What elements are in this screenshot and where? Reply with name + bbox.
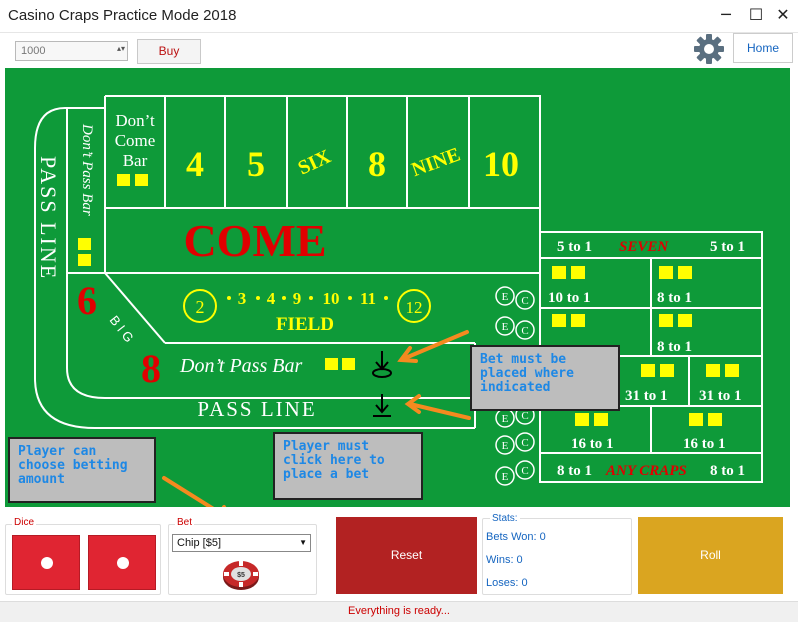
field-number-11: 11 xyxy=(360,289,376,308)
bets-won-stat: Bets Won: 0 xyxy=(486,531,546,543)
amount-input[interactable]: 1000 ▴▾ xyxy=(15,41,128,61)
place-number-5[interactable]: 5 xyxy=(247,144,265,184)
any-craps-odds-left: 8 to 1 xyxy=(557,463,592,479)
die-pip xyxy=(117,557,129,569)
dont-come-bar-line-1: Don’t xyxy=(115,111,155,130)
status-bar: Everything is ready... xyxy=(0,601,798,622)
amount-spinner-icon[interactable]: ▴▾ xyxy=(117,44,125,53)
ce-e-label: E xyxy=(502,321,509,333)
place-number-4[interactable]: 4 xyxy=(186,144,204,184)
place-number-6[interactable]: SIX xyxy=(295,145,335,179)
annotation-arrows xyxy=(397,330,471,420)
title-bar: Casino Craps Practice Mode 2018 ─ ☐ ✕ xyxy=(0,0,798,33)
ce-c-label: C xyxy=(521,410,528,422)
dont-pass-bar-vertical-label: Don’t Pass Bar xyxy=(79,123,95,216)
big-six-label[interactable]: 6 xyxy=(77,278,97,323)
any-craps-odds-right: 8 to 1 xyxy=(710,463,745,479)
ce-c-label: C xyxy=(521,295,528,307)
dont-pass-bet-indicator-icon[interactable] xyxy=(372,351,392,378)
field-number-12: 12 xyxy=(406,298,423,317)
pass-line-label[interactable]: PASS LINE xyxy=(197,397,316,421)
die-two xyxy=(88,535,156,590)
ce-e-label: E xyxy=(502,471,509,483)
field-label[interactable]: FIELD xyxy=(276,314,334,335)
seven-odds-left: 5 to 1 xyxy=(557,239,592,255)
wins-stat: Wins: 0 xyxy=(486,554,523,566)
dont-come-bar-line-2: Come xyxy=(115,131,156,150)
ce-c-label: C xyxy=(521,465,528,477)
ce-e-label: E xyxy=(502,291,509,303)
field-number-10: 10 xyxy=(323,289,340,308)
field-number-2: 2 xyxy=(196,297,205,317)
ce-c-label: C xyxy=(521,325,528,337)
amount-value: 1000 xyxy=(21,45,46,57)
roll-button[interactable]: Roll xyxy=(638,517,783,594)
die-one xyxy=(12,535,80,590)
die-pip xyxy=(41,557,53,569)
big-eight-label[interactable]: 8 xyxy=(141,346,161,391)
home-button[interactable]: Home xyxy=(733,33,793,63)
dont-come-bar-dice-icon xyxy=(117,174,148,186)
loses-stat: Loses: 0 xyxy=(486,577,528,589)
chip-select-value: Chip [$5] xyxy=(177,537,222,549)
dice-group-label: Dice xyxy=(12,517,37,528)
field-number-3: 3 xyxy=(238,289,247,308)
pass-line-vertical-label: PASS LINE xyxy=(36,156,61,280)
chip-value: $5 xyxy=(237,572,245,579)
bet-group-label: Bet xyxy=(175,517,195,528)
chevron-down-icon[interactable]: ▼ xyxy=(299,538,307,547)
ce-c-label: C xyxy=(521,437,528,449)
seven-label[interactable]: SEVEN xyxy=(619,239,669,255)
dont-pass-bar-dice-icon xyxy=(325,358,355,370)
horn-twelve-odds[interactable]: 31 to 1 xyxy=(625,388,668,404)
horn-eleven-odds[interactable]: 16 to 1 xyxy=(683,436,726,452)
hard-eight-odds[interactable]: 8 to 1 xyxy=(657,339,692,355)
field-number-9: 9 xyxy=(293,289,302,308)
place-number-10[interactable]: 10 xyxy=(483,144,519,184)
betting-amount-callout: Player can choose betting amount xyxy=(8,437,156,503)
horn-two-odds[interactable]: 31 to 1 xyxy=(699,388,742,404)
place-number-8[interactable]: 8 xyxy=(368,144,386,184)
maximize-button[interactable]: ☐ xyxy=(743,4,769,26)
come-label[interactable]: COME xyxy=(183,215,326,266)
big-label: B I G xyxy=(107,313,137,346)
poker-chip-icon[interactable]: $5 xyxy=(222,559,260,591)
hard-six-odds[interactable]: 10 to 1 xyxy=(548,290,591,306)
horn-three-odds[interactable]: 16 to 1 xyxy=(571,436,614,452)
seven-odds-right: 5 to 1 xyxy=(710,239,745,255)
dont-come-bar-line-3: Bar xyxy=(123,151,148,170)
dont-pass-bar-vertical-dice-icon xyxy=(78,238,91,266)
minimize-button[interactable]: ─ xyxy=(713,4,739,26)
ce-e-label: E xyxy=(502,440,509,452)
hard-ten-odds[interactable]: 8 to 1 xyxy=(657,290,692,306)
reset-button[interactable]: Reset xyxy=(336,517,477,594)
dont-pass-bar-label[interactable]: Don’t Pass Bar xyxy=(179,355,302,377)
any-craps-label[interactable]: ANY CRAPS xyxy=(605,463,687,479)
status-message: Everything is ready... xyxy=(348,605,450,617)
bet-placement-callout: Bet must be placed where indicated xyxy=(470,345,620,411)
stats-group-label: Stats: xyxy=(490,513,520,524)
ce-e-label: E xyxy=(502,413,509,425)
place-number-9[interactable]: NINE xyxy=(409,143,464,181)
close-button[interactable]: ✕ xyxy=(770,4,796,26)
gear-icon[interactable] xyxy=(692,32,726,66)
window-title: Casino Craps Practice Mode 2018 xyxy=(8,7,237,24)
field-number-4: 4 xyxy=(267,289,276,308)
chip-select[interactable]: Chip [$5] ▼ xyxy=(172,534,311,552)
buy-button[interactable]: Buy xyxy=(137,39,201,64)
